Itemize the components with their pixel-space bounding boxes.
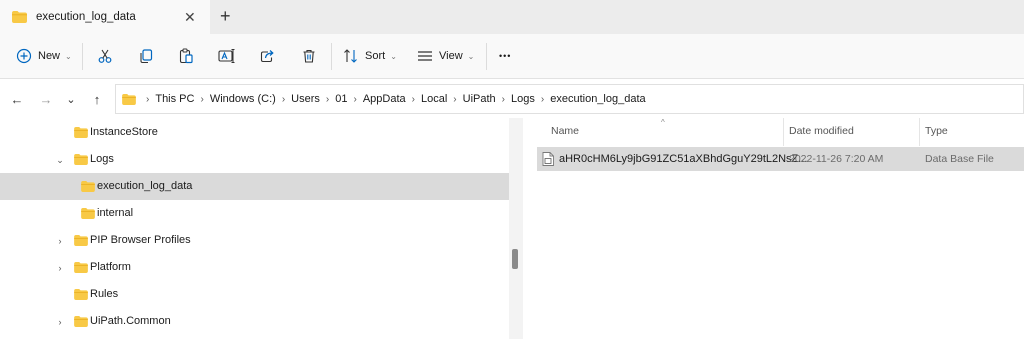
new-tab-button[interactable]: + bbox=[220, 6, 231, 26]
cut-icon[interactable] bbox=[93, 44, 117, 68]
new-label: New bbox=[38, 50, 61, 62]
file-name: aHR0cHM6Ly9jbG91ZC51aXBhdGguY29tL2NsZ... bbox=[559, 153, 808, 165]
chevron-right-icon: › bbox=[200, 93, 204, 105]
folder-icon bbox=[122, 93, 136, 105]
forward-arrow-icon[interactable]: → bbox=[38, 90, 54, 108]
breadcrumb-appdata[interactable]: AppData bbox=[363, 93, 406, 105]
tree-item-label: execution_log_data bbox=[97, 180, 193, 192]
chevron-right-icon: › bbox=[453, 93, 457, 105]
tree-item-label: Platform bbox=[90, 261, 131, 273]
tree-item-label: InstanceStore bbox=[90, 126, 158, 138]
breadcrumb-this-pc[interactable]: This PC bbox=[155, 93, 194, 105]
breadcrumb-execution-log-data[interactable]: execution_log_data bbox=[550, 93, 645, 105]
paste-icon[interactable] bbox=[174, 44, 198, 68]
divider bbox=[486, 43, 487, 70]
tree-item-logs[interactable]: ⌄ Logs bbox=[0, 146, 509, 173]
more-options-button[interactable]: ••• bbox=[499, 45, 511, 67]
new-button[interactable]: New ⌄ bbox=[16, 45, 72, 67]
breadcrumb-01[interactable]: 01 bbox=[335, 93, 347, 105]
tree-item-label: Logs bbox=[90, 153, 114, 165]
sort-ascending-icon: ^ bbox=[661, 118, 665, 127]
scrollbar-thumb[interactable] bbox=[512, 249, 518, 269]
up-arrow-icon[interactable]: ↑ bbox=[89, 90, 105, 108]
chevron-down-icon: ⌄ bbox=[65, 51, 72, 61]
tree-item-uipath-common[interactable]: › UiPath.Common bbox=[0, 308, 509, 335]
tree-item-label: Rules bbox=[90, 288, 119, 300]
breadcrumb-windows-c[interactable]: Windows (C:) bbox=[210, 93, 276, 105]
column-header-type[interactable]: Type bbox=[925, 118, 948, 144]
sort-label: Sort bbox=[365, 50, 386, 62]
chevron-right-icon: › bbox=[411, 93, 415, 105]
chevron-right-icon[interactable]: › bbox=[54, 316, 66, 328]
tree-item-label: UiPath.Common bbox=[90, 315, 171, 327]
plus-circle-icon bbox=[16, 48, 32, 64]
view-button[interactable]: View ⌄ bbox=[418, 45, 474, 67]
close-icon[interactable]: ✕ bbox=[184, 8, 196, 26]
tree-item-execution-log-data[interactable]: execution_log_data bbox=[0, 173, 509, 200]
chevron-down-icon: ⌄ bbox=[390, 51, 397, 61]
folder-icon bbox=[12, 11, 27, 26]
chevron-right-icon: › bbox=[281, 93, 286, 105]
folder-icon bbox=[74, 235, 88, 249]
folder-icon bbox=[81, 181, 95, 195]
chevron-right-icon: › bbox=[540, 93, 545, 105]
chevron-right-icon: › bbox=[146, 93, 150, 105]
tree-item-rules[interactable]: Rules bbox=[0, 281, 509, 308]
rename-icon[interactable] bbox=[215, 44, 239, 68]
chevron-right-icon: › bbox=[325, 93, 330, 105]
file-row[interactable]: aHR0cHM6Ly9jbG91ZC51aXBhdGguY29tL2NsZ...… bbox=[537, 147, 1024, 171]
tree-item-pip-browser-profiles[interactable]: › PIP Browser Profiles bbox=[0, 227, 509, 254]
column-header-name[interactable]: Name bbox=[551, 118, 579, 144]
column-divider[interactable] bbox=[783, 118, 784, 146]
column-divider[interactable] bbox=[919, 118, 920, 146]
back-arrow-icon[interactable]: ← bbox=[9, 90, 25, 108]
file-date-modified: 2022-11-26 7:20 AM bbox=[789, 153, 884, 165]
sort-icon bbox=[343, 49, 359, 63]
file-type: Data Base File bbox=[925, 153, 994, 165]
folder-icon bbox=[74, 262, 88, 276]
folder-icon bbox=[74, 127, 88, 141]
tab-title: execution_log_data bbox=[36, 11, 136, 23]
breadcrumb-local[interactable]: Local bbox=[421, 93, 447, 105]
address-row: ← → ⌄ ↑ › This PC › Windows (C:) › Users… bbox=[0, 80, 1024, 118]
sort-button[interactable]: Sort ⌄ bbox=[343, 45, 397, 67]
chevron-right-icon[interactable]: › bbox=[54, 262, 66, 274]
tree-item-instancestore[interactable]: InstanceStore bbox=[0, 119, 509, 146]
file-list-pane: ^ Name Date modified Type aHR0cHM6Ly9jbG… bbox=[524, 118, 1024, 339]
folder-icon bbox=[74, 289, 88, 303]
command-bar: New ⌄ Sort ⌄ View ⌄ ••• bbox=[0, 34, 1024, 79]
column-header-date-modified[interactable]: Date modified bbox=[789, 118, 854, 144]
folder-icon bbox=[81, 208, 95, 222]
breadcrumb-users[interactable]: Users bbox=[291, 93, 320, 105]
chevron-down-icon: ⌄ bbox=[467, 51, 475, 61]
chevron-down-icon[interactable]: ⌄ bbox=[54, 154, 66, 166]
chevron-right-icon: › bbox=[501, 93, 506, 105]
tree-item-label: internal bbox=[97, 207, 134, 219]
navigation-pane: InstanceStore ⌄ Logs execution_log_data … bbox=[0, 118, 509, 339]
breadcrumb-logs[interactable]: Logs bbox=[511, 93, 535, 105]
tab-execution-log-data[interactable]: execution_log_data ✕ bbox=[0, 0, 210, 34]
chevron-right-icon: › bbox=[353, 93, 357, 105]
folder-icon bbox=[74, 316, 88, 330]
chevron-right-icon[interactable]: › bbox=[54, 235, 66, 247]
tree-item-label: PIP Browser Profiles bbox=[90, 234, 191, 246]
divider bbox=[82, 43, 83, 70]
breadcrumb-uipath[interactable]: UiPath bbox=[463, 93, 496, 105]
folder-icon bbox=[74, 154, 88, 168]
database-file-icon bbox=[542, 152, 554, 169]
recent-locations-chevron-icon[interactable]: ⌄ bbox=[63, 90, 79, 108]
share-icon[interactable] bbox=[255, 44, 279, 68]
navigation-scrollbar[interactable] bbox=[509, 118, 523, 339]
tree-item-platform[interactable]: › Platform bbox=[0, 254, 509, 281]
divider bbox=[331, 43, 332, 70]
copy-icon[interactable] bbox=[134, 44, 158, 68]
tab-strip: execution_log_data ✕ + bbox=[0, 0, 1024, 34]
delete-icon[interactable] bbox=[297, 44, 321, 68]
tree-item-internal[interactable]: internal bbox=[0, 200, 509, 227]
view-list-icon bbox=[418, 50, 432, 62]
address-bar[interactable]: › This PC › Windows (C:) › Users › 01 › … bbox=[115, 84, 1024, 114]
view-label: View bbox=[439, 50, 463, 62]
